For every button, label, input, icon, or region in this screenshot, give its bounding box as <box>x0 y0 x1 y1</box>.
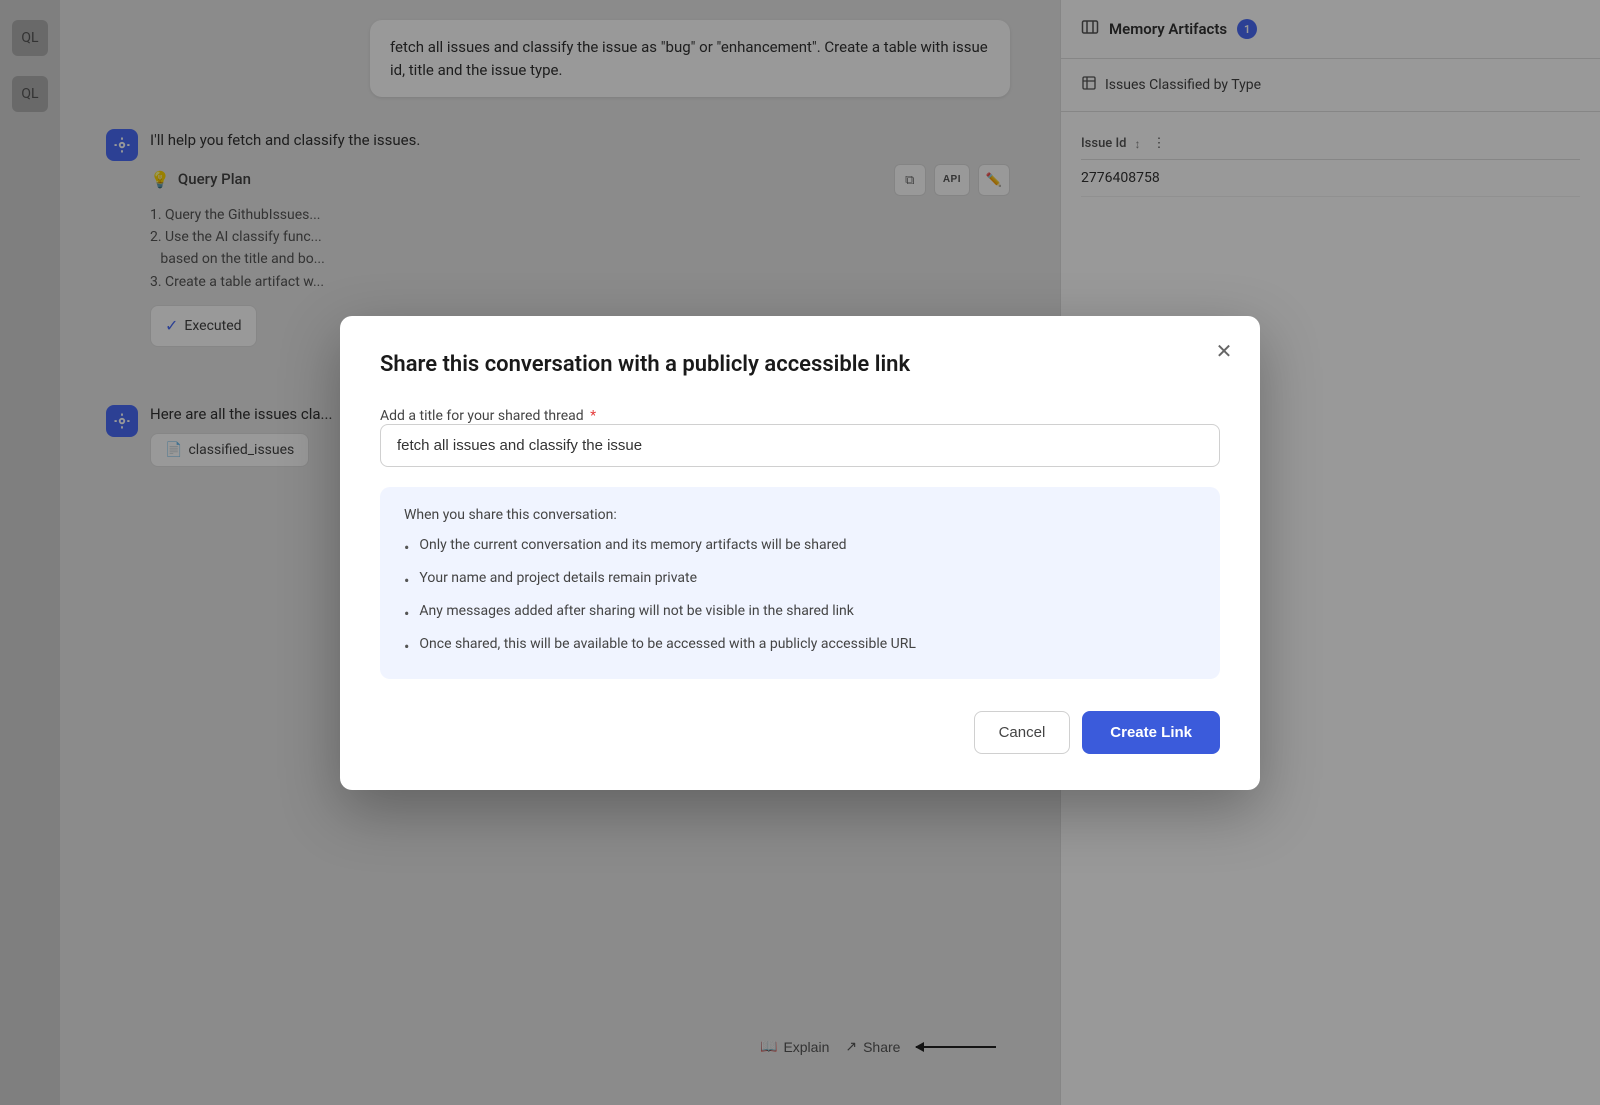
close-icon: ✕ <box>1216 339 1233 364</box>
modal-field-label: Add a title for your shared thread * <box>380 408 596 424</box>
modal-footer: Cancel Create Link <box>380 711 1220 754</box>
required-marker: * <box>590 408 596 424</box>
info-item-2-text: Your name and project details remain pri… <box>419 568 697 589</box>
info-item-1-text: Only the current conversation and its me… <box>419 535 846 556</box>
cancel-label: Cancel <box>999 724 1046 741</box>
modal-info-box: When you share this conversation: Only t… <box>380 487 1220 679</box>
modal-overlay: ✕ Share this conversation with a publicl… <box>0 0 1600 1105</box>
create-label: Create Link <box>1110 724 1192 741</box>
info-item-3: Any messages added after sharing will no… <box>404 601 1196 626</box>
thread-title-input[interactable] <box>380 424 1220 467</box>
info-header: When you share this conversation: <box>404 507 1196 523</box>
cancel-button[interactable]: Cancel <box>974 711 1071 754</box>
app-background: QL QL fetch all issues and classify the … <box>0 0 1600 1105</box>
label-text: Add a title for your shared thread <box>380 408 584 424</box>
modal-title: Share this conversation with a publicly … <box>380 352 1220 377</box>
create-link-button[interactable]: Create Link <box>1082 711 1220 754</box>
share-modal: ✕ Share this conversation with a publicl… <box>340 316 1260 790</box>
info-list: Only the current conversation and its me… <box>404 535 1196 659</box>
info-item-3-text: Any messages added after sharing will no… <box>419 601 853 622</box>
info-item-2: Your name and project details remain pri… <box>404 568 1196 593</box>
info-item-4-text: Once shared, this will be available to b… <box>419 634 915 655</box>
info-item-1: Only the current conversation and its me… <box>404 535 1196 560</box>
info-item-4: Once shared, this will be available to b… <box>404 634 1196 659</box>
modal-close-button[interactable]: ✕ <box>1208 336 1240 368</box>
